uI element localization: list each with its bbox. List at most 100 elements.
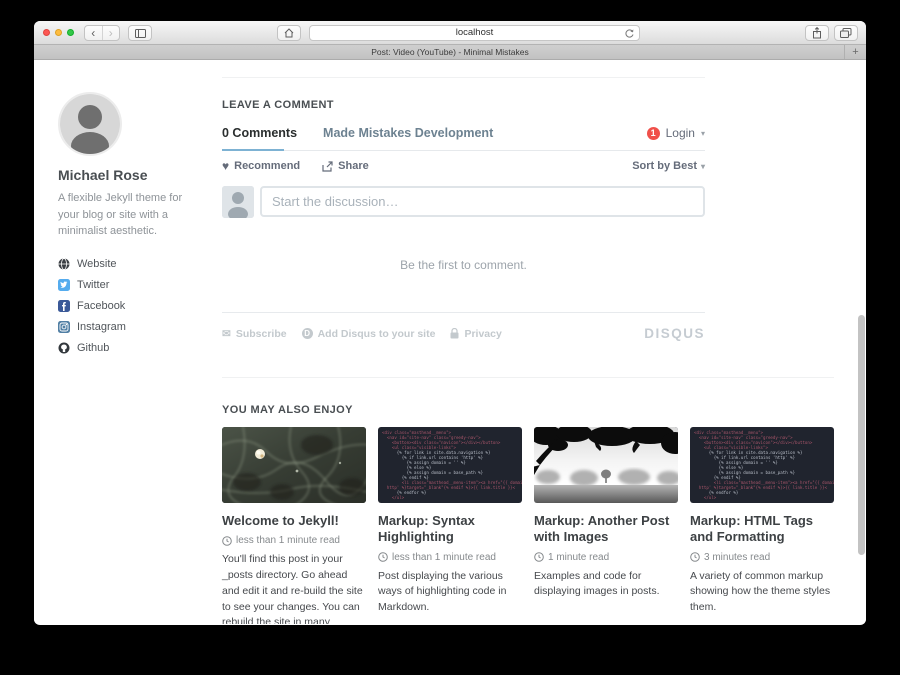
globe-icon	[58, 258, 70, 270]
related-post-card: Welcome to Jekyll! less than 1 minute re…	[222, 427, 366, 624]
show-tabs-button[interactable]	[834, 25, 858, 41]
share-button[interactable]	[805, 25, 829, 41]
url-text: localhost	[456, 27, 494, 38]
scrollbar-thumb[interactable]	[858, 315, 865, 555]
post-read-time: less than 1 minute read	[222, 535, 366, 546]
comment-form	[222, 186, 705, 218]
home-button[interactable]	[277, 25, 301, 41]
login-menu[interactable]: 1 Login ▾	[647, 126, 705, 140]
login-label: Login	[666, 126, 695, 140]
related-post-card: Markup: Another Post with Images 1 minut…	[534, 427, 678, 624]
subscribe-link[interactable]: ✉ Subscribe	[222, 328, 287, 340]
author-name: Michael Rose	[58, 167, 200, 183]
refresh-icon	[624, 28, 635, 39]
facebook-icon	[58, 300, 70, 312]
privacy-link[interactable]: Privacy	[450, 328, 501, 340]
instagram-icon	[58, 321, 70, 333]
page-content: Michael Rose A flexible Jekyll theme for…	[34, 60, 866, 624]
community-link[interactable]: Made Mistakes Development	[323, 126, 493, 140]
comments-count-tab[interactable]: 0 Comments	[222, 126, 297, 140]
chevron-down-icon: ▾	[701, 129, 705, 138]
chevron-down-icon: ▾	[701, 162, 705, 171]
post-excerpt: You'll find this post in your _posts dir…	[222, 552, 366, 624]
twitter-icon	[58, 279, 70, 291]
tabs-icon	[840, 28, 852, 38]
browser-window: ‹ › localhost	[34, 21, 866, 625]
recommend-button[interactable]: ♥ Recommend	[222, 160, 300, 172]
disqus-d-icon: D	[302, 328, 313, 339]
sidebar-link-website[interactable]: Website	[58, 258, 200, 270]
post-excerpt: A variety of common markup showing how t…	[690, 569, 834, 616]
clock-icon	[534, 552, 544, 562]
post-read-time: less than 1 minute read	[378, 552, 522, 563]
sidebar-link-github[interactable]: Github	[58, 342, 200, 354]
minimize-window-button[interactable]	[55, 29, 62, 36]
close-window-button[interactable]	[43, 29, 50, 36]
tab-bar: Post: Video (YouTube) - Minimal Mistakes…	[34, 45, 866, 60]
sidebar-link-twitter[interactable]: Twitter	[58, 279, 200, 291]
author-links: Website Twitter Facebook	[58, 258, 200, 354]
sidebar-link-instagram[interactable]: Instagram	[58, 321, 200, 333]
post-thumbnail-green-foam[interactable]	[222, 427, 366, 503]
author-bio: A flexible Jekyll theme for your blog or…	[58, 190, 200, 240]
sort-menu[interactable]: Sort by Best ▾	[632, 160, 705, 172]
clock-icon	[222, 536, 232, 546]
post-read-time: 1 minute read	[534, 552, 678, 563]
disqus-actions: ♥ Recommend Share Sort by Best ▾	[222, 151, 705, 181]
post-title[interactable]: Markup: Another Post with Images	[534, 513, 678, 546]
empty-comments-message: Be the first to comment.	[222, 258, 705, 272]
post-title[interactable]: Markup: HTML Tags and Formatting	[690, 513, 834, 546]
disqus-embed: 0 Comments Made Mistakes Development 1 L…	[222, 126, 705, 354]
clock-icon	[378, 552, 388, 562]
clock-icon	[690, 552, 700, 562]
sidebar-link-facebook[interactable]: Facebook	[58, 300, 200, 312]
disqus-header: 0 Comments Made Mistakes Development 1 L…	[222, 126, 705, 151]
share-box-icon	[322, 161, 333, 172]
sidebar-toggle-button[interactable]	[128, 25, 152, 41]
active-tab-underline	[222, 149, 284, 151]
add-disqus-link[interactable]: D Add Disqus to your site	[302, 328, 436, 340]
github-icon	[58, 342, 70, 354]
notification-badge: 1	[647, 127, 660, 140]
related-post-card: <div class="masthead__menu"> <nav id="si…	[378, 427, 522, 624]
disqus-share-button[interactable]: Share	[322, 160, 369, 172]
post-title[interactable]: Welcome to Jekyll!	[222, 513, 366, 529]
heart-icon: ♥	[222, 161, 229, 171]
zoom-window-button[interactable]	[67, 29, 74, 36]
post-thumbnail-code[interactable]: <div class="masthead__menu"> <nav id="si…	[690, 427, 834, 503]
related-posts: Welcome to Jekyll! less than 1 minute re…	[222, 427, 834, 624]
related-post-card: <div class="masthead__menu"> <nav id="si…	[690, 427, 834, 624]
home-icon	[284, 28, 294, 38]
window-controls	[43, 29, 74, 36]
forward-button[interactable]: ›	[102, 26, 120, 40]
post-thumbnail-code[interactable]: <div class="masthead__menu"> <nav id="si…	[378, 427, 522, 503]
tab-title: Post: Video (YouTube) - Minimal Mistakes	[371, 47, 528, 57]
post-read-time: 3 minutes read	[690, 552, 834, 563]
commenter-avatar	[222, 186, 254, 218]
new-tab-button[interactable]: +	[844, 45, 866, 59]
disqus-footer: ✉ Subscribe D Add Disqus to your site Pr…	[222, 313, 705, 354]
related-heading: YOU MAY ALSO ENJOY	[222, 404, 834, 416]
author-sidebar: Michael Rose A flexible Jekyll theme for…	[58, 92, 200, 363]
post-divider	[222, 77, 705, 78]
lock-icon	[450, 328, 459, 339]
post-excerpt: Examples and code for displaying images …	[534, 569, 678, 601]
post-title[interactable]: Markup: Syntax Highlighting	[378, 513, 522, 546]
disqus-logo[interactable]: DISQUS	[644, 326, 705, 341]
related-divider	[222, 377, 834, 378]
comment-input[interactable]	[260, 186, 705, 217]
nav-buttons: ‹ ›	[84, 25, 120, 41]
envelope-icon: ✉	[222, 328, 231, 340]
share-icon	[812, 27, 822, 39]
post-thumbnail-foggy-trees[interactable]	[534, 427, 678, 503]
address-bar[interactable]: localhost	[309, 25, 640, 41]
post-excerpt: Post displaying the various ways of high…	[378, 569, 522, 616]
back-button[interactable]: ‹	[85, 26, 102, 40]
comments-heading: LEAVE A COMMENT	[222, 99, 834, 111]
author-avatar	[58, 92, 122, 156]
sidebar-icon	[135, 29, 146, 38]
browser-toolbar: ‹ › localhost	[34, 21, 866, 45]
main-column: LEAVE A COMMENT 0 Comments Made Mistakes…	[222, 60, 834, 624]
active-tab[interactable]: Post: Video (YouTube) - Minimal Mistakes	[34, 45, 866, 59]
refresh-button[interactable]	[624, 28, 635, 39]
